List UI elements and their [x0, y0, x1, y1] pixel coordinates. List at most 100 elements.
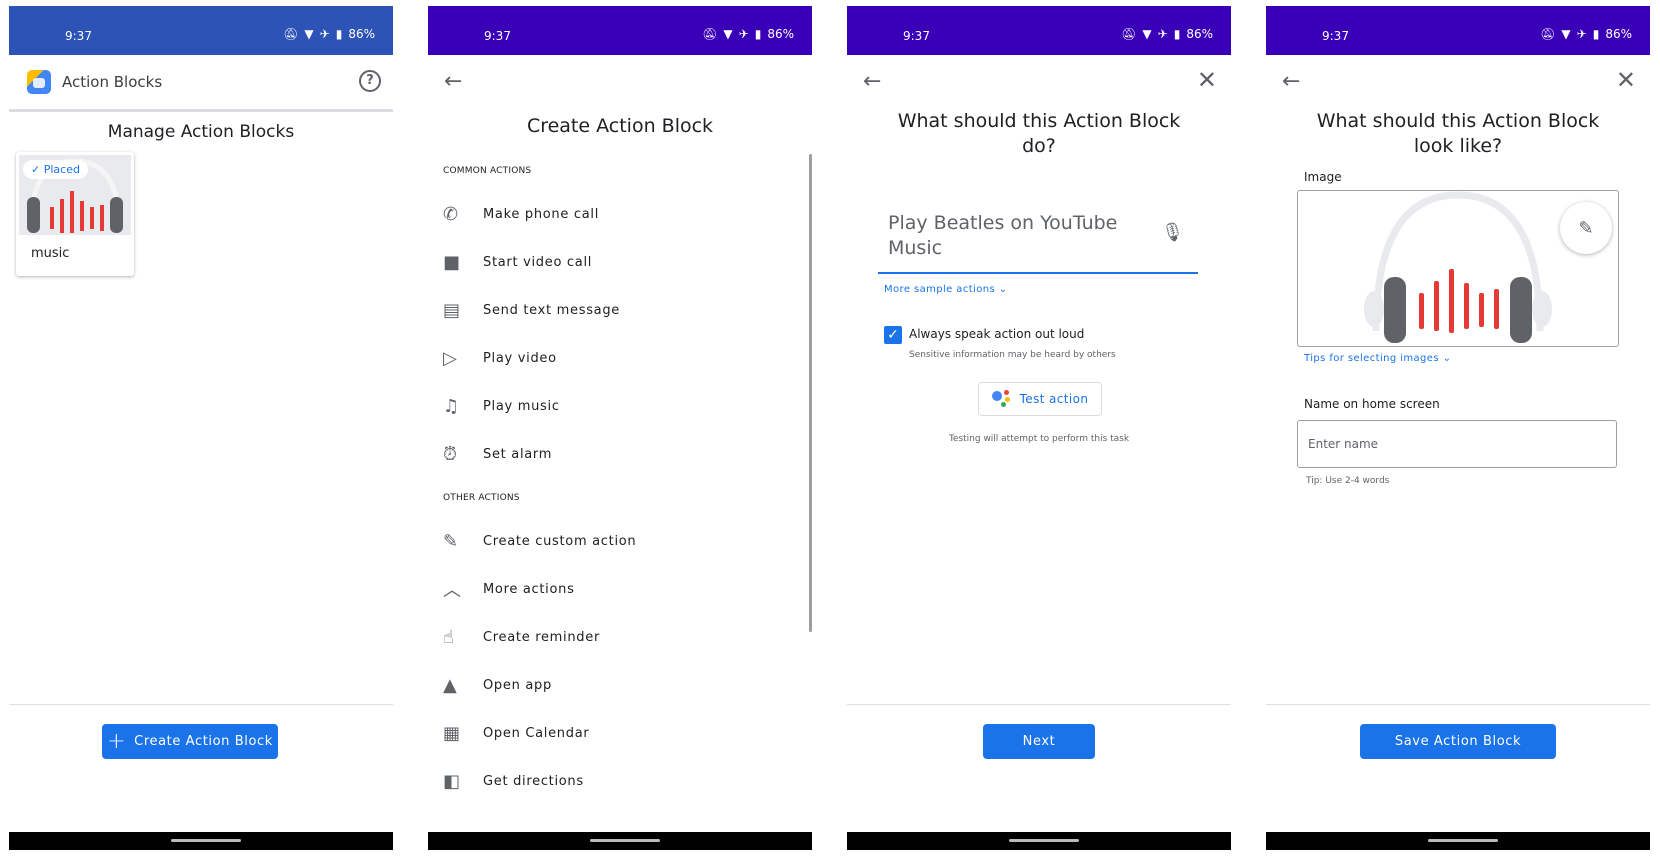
- status-icons: 🔕︎ ▼ ✈︎ ▮ 86%: [1121, 27, 1213, 41]
- reminder-icon: ☝︎: [443, 626, 454, 648]
- screen-what-should-block-do: 9:37 🔕︎ ▼ ✈︎ ▮ 86% ← ✕ What should this …: [847, 6, 1231, 850]
- page-title: Create Action Block: [526, 115, 714, 137]
- music-library-icon: ♫: [443, 395, 460, 417]
- action-create-reminder[interactable]: ☝︎ Create reminder: [443, 622, 783, 652]
- action-get-directions[interactable]: ◧ Get directions: [443, 766, 783, 796]
- nav-bar: [9, 832, 393, 850]
- android-icon: ▲: [443, 674, 457, 696]
- action-label: Play music: [483, 398, 560, 414]
- save-action-block-button[interactable]: Save Action Block: [1360, 724, 1556, 759]
- nav-bar: [847, 832, 1231, 850]
- action-label: Get directions: [483, 773, 584, 789]
- app-bar: Action Blocks ?: [9, 55, 393, 112]
- status-time: 9:37: [1322, 29, 1349, 43]
- battery-level: 86%: [348, 27, 375, 41]
- nav-bar: [1266, 832, 1650, 850]
- action-start-video-call[interactable]: ■ Start video call: [443, 247, 783, 277]
- notifications-off-icon: 🔕︎: [283, 27, 299, 41]
- action-make-phone-call[interactable]: ✆ Make phone call: [443, 199, 783, 229]
- status-bar: 9:37 🔕︎ ▼ ✈︎ ▮ 86%: [847, 6, 1231, 55]
- screen-manage-action-blocks: 9:37 🔕︎ ▼ ✈︎ ▮ 86% Action Blocks ? Manag…: [9, 6, 393, 850]
- test-action-button[interactable]: Test action: [978, 382, 1102, 416]
- name-input[interactable]: [1297, 420, 1617, 468]
- screen-create-action-block: 9:37 🔕︎ ▼ ✈︎ ▮ 86% ← Create Action Block…: [428, 6, 812, 850]
- status-icons: 🔕︎ ▼ ✈︎ ▮ 86%: [702, 27, 794, 41]
- chevron-down-icon: ⌄: [1442, 353, 1452, 364]
- bottom-divider: [1266, 704, 1650, 705]
- close-icon[interactable]: ✕: [1197, 66, 1217, 94]
- tips-selecting-images-link[interactable]: Tips for selecting images ⌄: [1304, 353, 1451, 364]
- calendar-icon: ▦: [443, 722, 461, 744]
- action-blocks-logo-icon: [27, 70, 51, 94]
- scrollbar[interactable]: [809, 154, 812, 632]
- home-handle[interactable]: [590, 839, 660, 842]
- status-time: 9:37: [903, 29, 930, 43]
- action-label: Open app: [483, 677, 552, 693]
- common-actions-header: COMMON ACTIONS: [443, 166, 532, 176]
- nav-bar: [428, 832, 812, 850]
- action-label: Set alarm: [483, 446, 553, 462]
- other-actions-header: OTHER ACTIONS: [443, 493, 520, 503]
- google-assistant-icon: [991, 390, 1014, 408]
- microphone-icon[interactable]: 🎙︎: [1161, 222, 1184, 243]
- help-icon[interactable]: ?: [359, 70, 381, 92]
- wifi-icon: ▼: [723, 27, 733, 41]
- action-block-card[interactable]: ✓ Placed music: [16, 152, 134, 276]
- placed-chip: ✓ Placed: [23, 160, 88, 179]
- action-text-field[interactable]: Play Beatles on YouTube Music 🎙︎: [878, 206, 1198, 274]
- edit-image-button[interactable]: ✎: [1560, 202, 1612, 254]
- action-open-app[interactable]: ▲ Open app: [443, 670, 783, 700]
- plus-icon: +: [107, 728, 127, 754]
- action-label: Create reminder: [483, 629, 600, 645]
- pencil-icon: ✎: [1578, 217, 1594, 239]
- action-label: Send text message: [483, 302, 620, 318]
- home-handle[interactable]: [1428, 839, 1498, 842]
- status-icons: 🔕︎ ▼ ✈︎ ▮ 86%: [1540, 27, 1632, 41]
- action-open-calendar[interactable]: ▦ Open Calendar: [443, 718, 783, 748]
- speak-aloud-label: Always speak action out loud: [909, 327, 1085, 341]
- battery-level: 86%: [767, 27, 794, 41]
- test-action-note: Testing will attempt to perform this tas…: [948, 434, 1130, 444]
- name-tip: Tip: Use 2-4 words: [1306, 476, 1390, 486]
- create-action-block-button[interactable]: + Create Action Block: [102, 724, 278, 759]
- tips-selecting-images-label: Tips for selecting images: [1304, 353, 1439, 364]
- close-icon[interactable]: ✕: [1616, 66, 1636, 94]
- message-icon: ▤: [443, 299, 461, 321]
- chevron-up-icon: ︿: [443, 580, 461, 601]
- block-image[interactable]: ✎: [1297, 190, 1619, 347]
- status-time: 9:37: [484, 29, 511, 43]
- action-input-value[interactable]: Play Beatles on YouTube Music: [888, 211, 1138, 261]
- name-on-home-screen-label: Name on home screen: [1304, 397, 1440, 411]
- action-play-video[interactable]: ▷ Play video: [443, 343, 783, 373]
- action-send-text-message[interactable]: ▤ Send text message: [443, 295, 783, 325]
- pencil-icon: ✎: [443, 530, 459, 552]
- back-arrow-icon[interactable]: ←: [863, 69, 881, 94]
- bottom-divider: [9, 704, 393, 705]
- wifi-icon: ▼: [304, 27, 314, 41]
- action-set-alarm[interactable]: ⏰︎ Set alarm: [443, 439, 783, 469]
- next-label: Next: [1022, 734, 1056, 749]
- battery-icon: ▮: [335, 27, 343, 41]
- airplane-icon: ✈︎: [1157, 27, 1168, 41]
- bottom-divider: [847, 704, 1231, 705]
- speak-aloud-checkbox[interactable]: ✓: [884, 326, 902, 344]
- home-handle[interactable]: [171, 839, 241, 842]
- notifications-off-icon: 🔕︎: [1540, 27, 1556, 41]
- notifications-off-icon: 🔕︎: [1121, 27, 1137, 41]
- test-action-label: Test action: [1019, 392, 1089, 406]
- action-create-custom-action[interactable]: ✎ Create custom action: [443, 526, 783, 556]
- back-arrow-icon[interactable]: ←: [1282, 69, 1300, 94]
- action-play-music[interactable]: ♫ Play music: [443, 391, 783, 421]
- status-bar: 9:37 🔕︎ ▼ ✈︎ ▮ 86%: [428, 6, 812, 55]
- more-sample-actions-link[interactable]: More sample actions ⌄: [884, 284, 1007, 295]
- battery-level: 86%: [1605, 27, 1632, 41]
- back-arrow-icon[interactable]: ←: [444, 69, 462, 94]
- action-label: Play video: [483, 350, 557, 366]
- action-more-actions[interactable]: ︿ More actions: [443, 574, 783, 604]
- phone-icon: ✆: [443, 203, 459, 225]
- wifi-icon: ▼: [1142, 27, 1152, 41]
- action-label: Make phone call: [483, 206, 600, 222]
- next-button[interactable]: Next: [983, 724, 1095, 759]
- home-handle[interactable]: [1009, 839, 1079, 842]
- screen-what-should-block-look-like: 9:37 🔕︎ ▼ ✈︎ ▮ 86% ← ✕ What should this …: [1266, 6, 1650, 850]
